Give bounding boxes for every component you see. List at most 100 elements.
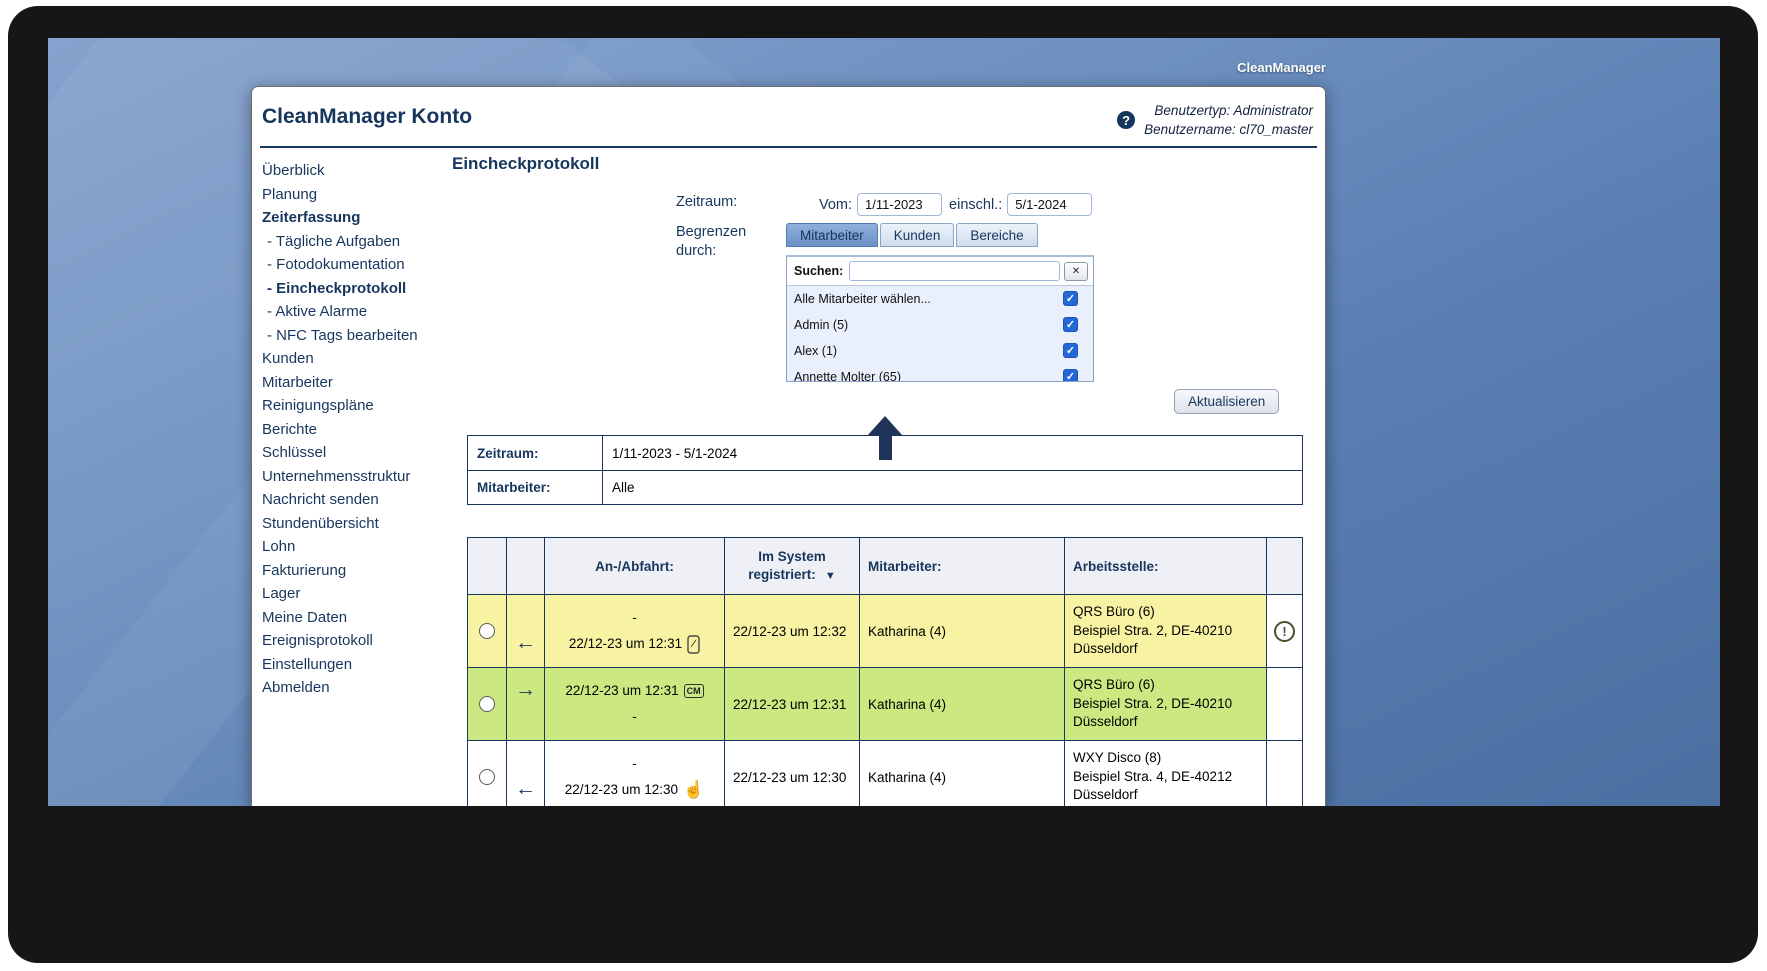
sidebar-item-mitarbeiter[interactable]: Mitarbeiter [262, 371, 452, 395]
sort-desc-icon[interactable]: ▼ [825, 570, 836, 582]
manual-entry-hand-icon: ☝ [683, 777, 704, 803]
header-warning-col [1266, 538, 1302, 594]
registered-time: 22/12-23 um 12:30 [724, 741, 859, 806]
employee-checkbox[interactable]: ✓ [1063, 291, 1078, 306]
sidebar-item-berichte[interactable]: Berichte [262, 418, 452, 442]
sidebar-item-kunden[interactable]: Kunden [262, 347, 452, 371]
registered-time: 22/12-23 um 12:31 [724, 668, 859, 740]
sidebar-item-ereignisprotokoll[interactable]: Ereignisprotokoll [262, 629, 452, 653]
desktop-background: CleanManager CleanManager Konto ? Benutz… [48, 38, 1720, 806]
sidebar-item-ueberblick[interactable]: Überblick [262, 159, 452, 183]
summary-mitarbeiter-value: Alle [603, 471, 1302, 504]
checkin-table: An-/Abfahrt: Im System registriert:▼ Mit… [467, 537, 1303, 806]
device-frame: CleanManager CleanManager Konto ? Benutz… [8, 6, 1758, 963]
sidebar-item-schluessel[interactable]: Schlüssel [262, 441, 452, 465]
sidebar-item-aktive-alarme[interactable]: - Aktive Alarme [262, 300, 452, 324]
employee-name: Katharina (4) [859, 741, 1064, 806]
tab-mitarbeiter[interactable]: Mitarbeiter [786, 223, 878, 247]
zeitraum-label: Zeitraum: [676, 193, 786, 212]
employee-checkbox[interactable]: ✓ [1063, 369, 1078, 382]
table-row: ← - 22/12-23 um 12:31 22/12-23 um 12:32 [468, 594, 1302, 667]
employee-option-all[interactable]: Alle Mitarbeiter wählen... ✓ [787, 286, 1093, 312]
clear-search-icon: ✕ [1072, 266, 1080, 277]
sidebar-item-taegliche-aufgaben[interactable]: - Tägliche Aufgaben [262, 230, 452, 254]
zeitraum-row: Zeitraum: Vom: einschl.: [452, 193, 1325, 216]
employee-option-admin[interactable]: Admin (5) ✓ [787, 312, 1093, 338]
tab-kunden[interactable]: Kunden [880, 223, 955, 247]
phone-icon [687, 635, 700, 654]
employee-checkbox[interactable]: ✓ [1063, 317, 1078, 332]
sidebar-item-eincheckprotokoll[interactable]: - Eincheckprotokoll [262, 277, 452, 301]
vom-label: Vom: [819, 197, 852, 213]
sidebar-item-zeiterfassung[interactable]: Zeiterfassung [262, 206, 452, 230]
sidebar-item-fotodokumentation[interactable]: - Fotodokumentation [262, 253, 452, 277]
header-arbeitsstelle: Arbeitsstelle: [1064, 538, 1266, 594]
sidebar-item-reinigungsplaene[interactable]: Reinigungspläne [262, 394, 452, 418]
check-icon: ✓ [1066, 318, 1075, 331]
check-icon: ✓ [1066, 292, 1075, 305]
arrival-arrow-icon: ← [515, 631, 536, 655]
summary-zeitraum-label: Zeitraum: [468, 436, 603, 470]
sidebar-item-lohn[interactable]: Lohn [262, 535, 452, 559]
sidebar-item-nachricht-senden[interactable]: Nachricht senden [262, 488, 452, 512]
user-info-block: ? Benutzertyp: Administrator Benutzernam… [1117, 101, 1313, 139]
sidebar-item-fakturierung[interactable]: Fakturierung [262, 559, 452, 583]
arrival-arrow-icon: ← [515, 777, 536, 801]
workplace-info: QRS Büro (6) Beispiel Stra. 2, DE-40210 … [1073, 676, 1232, 732]
table-row: → 22/12-23 um 12:31 CM - 22/12-23 um 12:… [468, 667, 1302, 740]
warning-icon: ! [1274, 621, 1295, 642]
sidebar-item-stundenuebersicht[interactable]: Stundenübersicht [262, 512, 452, 536]
employee-name: Katharina (4) [859, 668, 1064, 740]
begrenzen-row: Begrenzen durch: Mitarbeiter Kunden Bere… [452, 223, 1325, 414]
workplace-info: QRS Büro (6) Beispiel Stra. 2, DE-40210 … [1073, 603, 1232, 659]
header-im-system[interactable]: Im System registriert:▼ [724, 538, 859, 594]
desktop-brand-label: CleanManager [251, 60, 1326, 75]
table-header-row: An-/Abfahrt: Im System registriert:▼ Mit… [468, 538, 1302, 594]
sidebar-item-abmelden[interactable]: Abmelden [262, 676, 452, 700]
begrenzen-label: Begrenzen durch: [676, 223, 786, 261]
update-button[interactable]: Aktualisieren [1174, 389, 1279, 414]
row-select-radio[interactable] [479, 696, 495, 712]
search-label: Suchen: [794, 264, 843, 278]
employee-option-annette[interactable]: Annette Molter (65) ✓ [787, 364, 1093, 382]
check-icon: ✓ [1066, 370, 1075, 382]
table-row: ← - 22/12-23 um 12:30 ☝ 22/12-23 um 12:3… [468, 740, 1302, 806]
summary-row-mitarbeiter: Mitarbeiter: Alle [468, 470, 1302, 504]
summary-zeitraum-value: 1/11-2023 - 5/1-2024 [603, 436, 1302, 470]
sidebar-item-nfc-tags[interactable]: - NFC Tags bearbeiten [262, 324, 452, 348]
clear-search-button[interactable]: ✕ [1064, 262, 1088, 281]
sidebar-item-unternehmensstruktur[interactable]: Unternehmensstruktur [262, 465, 452, 489]
row-select-radio[interactable] [479, 769, 495, 785]
header-an-abfahrt: An-/Abfahrt: [544, 538, 724, 594]
tab-bereiche[interactable]: Bereiche [956, 223, 1037, 247]
sidebar-nav: Überblick Planung Zeiterfassung - Täglic… [252, 148, 452, 806]
search-input[interactable] [849, 261, 1060, 281]
check-icon: ✓ [1066, 344, 1075, 357]
row-select-radio[interactable] [479, 623, 495, 639]
filter-tabbar: Mitarbeiter Kunden Bereiche [786, 223, 1279, 247]
departure-arrow-icon: → [515, 678, 536, 702]
einschl-label: einschl.: [949, 197, 1002, 213]
section-heading: Eincheckprotokoll [452, 154, 1325, 174]
user-type: Benutzertyp: Administrator [1144, 101, 1313, 120]
employee-name: Katharina (4) [859, 595, 1064, 667]
cleanmanager-app-icon: CM [684, 684, 704, 698]
window-header: CleanManager Konto ? Benutzertyp: Admini… [252, 87, 1325, 139]
sidebar-item-lager[interactable]: Lager [262, 582, 452, 606]
date-to-input[interactable] [1007, 193, 1092, 216]
sidebar-item-meine-daten[interactable]: Meine Daten [262, 606, 452, 630]
help-icon[interactable]: ? [1117, 111, 1135, 129]
app-window: CleanManager Konto ? Benutzertyp: Admini… [251, 86, 1326, 806]
page-title: CleanManager Konto [262, 105, 472, 129]
date-from-input[interactable] [857, 193, 942, 216]
sidebar-item-einstellungen[interactable]: Einstellungen [262, 653, 452, 677]
sidebar-item-planung[interactable]: Planung [262, 183, 452, 207]
employee-checkbox[interactable]: ✓ [1063, 343, 1078, 358]
header-direction-col [506, 538, 544, 594]
header-select-col [468, 538, 506, 594]
employee-option-alex[interactable]: Alex (1) ✓ [787, 338, 1093, 364]
employee-filter-panel: Suchen: ✕ Alle Mitarbeiter wählen... ✓ A… [786, 255, 1094, 382]
pointer-up-arrow-icon [867, 416, 903, 460]
registered-time: 22/12-23 um 12:32 [724, 595, 859, 667]
user-name: Benutzername: cl70_master [1144, 120, 1313, 139]
